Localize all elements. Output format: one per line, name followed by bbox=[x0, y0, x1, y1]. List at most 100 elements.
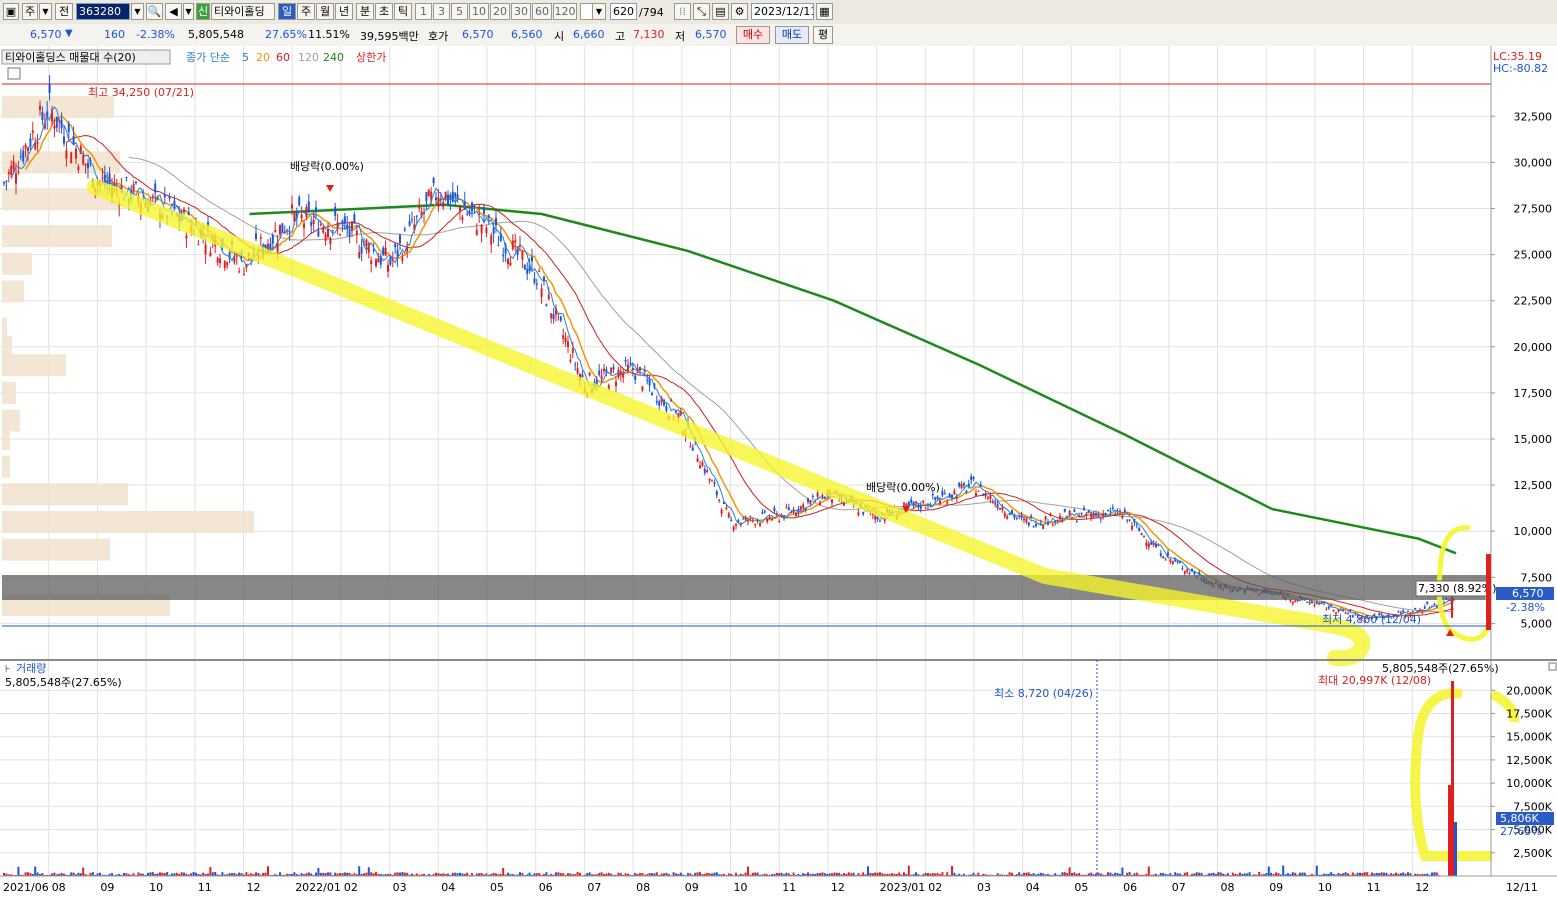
candle-up bbox=[387, 264, 389, 272]
candle-down bbox=[703, 468, 706, 474]
x-tick-label: 2021/06 bbox=[3, 881, 49, 894]
speaker-icon[interactable]: ◀ bbox=[165, 3, 182, 20]
candle-up bbox=[571, 348, 574, 353]
volume-profile-bar bbox=[2, 538, 110, 561]
volume-current-tag-text: 5,806K bbox=[1500, 812, 1539, 825]
speaker-dropdown-icon[interactable]: ▼ bbox=[183, 3, 194, 20]
candle-down bbox=[389, 256, 392, 265]
candle-down bbox=[411, 219, 413, 221]
interval-30-button[interactable]: 30 bbox=[511, 3, 531, 20]
interval-dropdown-icon[interactable]: ▼ bbox=[592, 3, 606, 20]
volume-bar bbox=[941, 872, 944, 876]
candle-up bbox=[36, 141, 39, 145]
evaluate-button[interactable]: 평 bbox=[813, 26, 833, 44]
period-minute-button[interactable]: 분 bbox=[356, 3, 374, 20]
ma60-legend: 60 bbox=[276, 51, 290, 64]
volume-bar bbox=[34, 866, 37, 876]
volume-bar bbox=[159, 872, 161, 876]
volume-bar bbox=[27, 872, 29, 876]
interval-60-button[interactable]: 60 bbox=[532, 3, 552, 20]
candle-down bbox=[22, 150, 25, 162]
candle-down bbox=[574, 364, 577, 366]
candle-down bbox=[483, 207, 485, 214]
volume-bar bbox=[1303, 872, 1306, 876]
candle-down bbox=[533, 278, 536, 283]
x-tick-label: 11 bbox=[198, 881, 212, 894]
candle-down bbox=[315, 207, 317, 213]
candle-down bbox=[1027, 522, 1030, 526]
bid-label: 호가 bbox=[428, 30, 449, 43]
volume-pane-icon[interactable]: ⊦ bbox=[5, 664, 10, 675]
market-dropdown-icon[interactable]: ▼ bbox=[39, 3, 52, 20]
candle-up bbox=[610, 367, 613, 373]
period-select[interactable]: 전 bbox=[55, 3, 73, 20]
interval-1-button[interactable]: 1 bbox=[415, 3, 432, 20]
candle-up bbox=[766, 518, 769, 522]
volume-bar bbox=[1090, 872, 1093, 876]
table-icon[interactable] bbox=[7, 67, 21, 80]
volume-bar bbox=[951, 865, 953, 876]
chart-tool-icon[interactable]: ⤡ bbox=[693, 3, 710, 20]
volume-bar bbox=[1315, 865, 1318, 876]
candle-down bbox=[317, 230, 320, 237]
limit-legend: 상한가 bbox=[356, 51, 386, 64]
period-week-button[interactable]: 주 bbox=[297, 3, 315, 20]
candle-down bbox=[526, 269, 529, 274]
y-tick-label: 25,000 bbox=[1514, 249, 1553, 262]
volume-bar bbox=[151, 872, 154, 876]
candle-up bbox=[65, 150, 68, 159]
volume-bar bbox=[1217, 872, 1220, 876]
interval-10-button[interactable]: 10 bbox=[469, 3, 489, 20]
volume-bar bbox=[1371, 872, 1373, 876]
turnover-rate: 11.51% bbox=[308, 28, 350, 41]
candle-up bbox=[17, 171, 20, 173]
interval-20-button[interactable]: 20 bbox=[490, 3, 510, 20]
candle-down bbox=[41, 111, 44, 120]
market-select[interactable]: 주 bbox=[22, 3, 38, 20]
candle-down bbox=[163, 194, 166, 198]
candle-down bbox=[135, 181, 137, 184]
x-tick-label: 10 bbox=[734, 881, 748, 894]
interval-3-button[interactable]: 3 bbox=[433, 3, 450, 20]
candle-down bbox=[471, 202, 473, 212]
price-change-tag: -2.38% bbox=[1506, 601, 1545, 614]
volume-bar bbox=[1174, 872, 1177, 876]
date-input[interactable]: 2023/12/11 bbox=[751, 3, 814, 20]
volume-bar bbox=[672, 872, 675, 876]
gear-icon[interactable]: ⚙ bbox=[731, 3, 748, 20]
volume-pane-close-icon[interactable] bbox=[1548, 662, 1557, 671]
volume-bar bbox=[946, 872, 949, 876]
candle-down bbox=[787, 507, 790, 510]
volume-bar bbox=[1107, 872, 1109, 876]
candle-down bbox=[934, 497, 937, 500]
buy-button[interactable]: 매수 bbox=[736, 26, 770, 44]
period-year-button[interactable]: 년 bbox=[335, 3, 353, 20]
code-input[interactable]: 363280 bbox=[76, 3, 130, 20]
candle-down bbox=[1135, 524, 1138, 526]
candle-up bbox=[874, 516, 877, 520]
search-icon[interactable]: 🔍 bbox=[146, 3, 163, 20]
period-month-button[interactable]: 월 bbox=[316, 3, 334, 20]
period-day-button[interactable]: 일 bbox=[278, 3, 296, 20]
candle-up bbox=[226, 262, 229, 266]
period-second-button[interactable]: 초 bbox=[375, 3, 393, 20]
grid-icon[interactable]: ⁞⁞ bbox=[674, 3, 691, 20]
code-dropdown-icon[interactable]: ▼ bbox=[131, 3, 144, 20]
candle-up bbox=[735, 524, 737, 526]
candle-down bbox=[646, 379, 649, 381]
volume-bar bbox=[879, 872, 881, 876]
candle-down bbox=[581, 374, 584, 378]
volume-bar bbox=[214, 872, 217, 876]
count-input[interactable]: 620 bbox=[610, 3, 637, 20]
candle-up bbox=[7, 172, 10, 175]
period-tick-button[interactable]: 틱 bbox=[394, 3, 412, 20]
sell-button[interactable]: 매도 bbox=[775, 26, 809, 44]
window-menu-icon[interactable]: ▣ bbox=[3, 3, 19, 20]
interval-5-button[interactable]: 5 bbox=[451, 3, 468, 20]
candle-up bbox=[706, 470, 709, 473]
interval-120-button[interactable]: 120 bbox=[553, 3, 577, 20]
calendar-icon[interactable]: ▦ bbox=[816, 3, 833, 20]
candle-up bbox=[768, 516, 771, 520]
save-icon[interactable]: ▤ bbox=[712, 3, 729, 20]
volume-pct-tag: 27.65% bbox=[1500, 825, 1542, 838]
